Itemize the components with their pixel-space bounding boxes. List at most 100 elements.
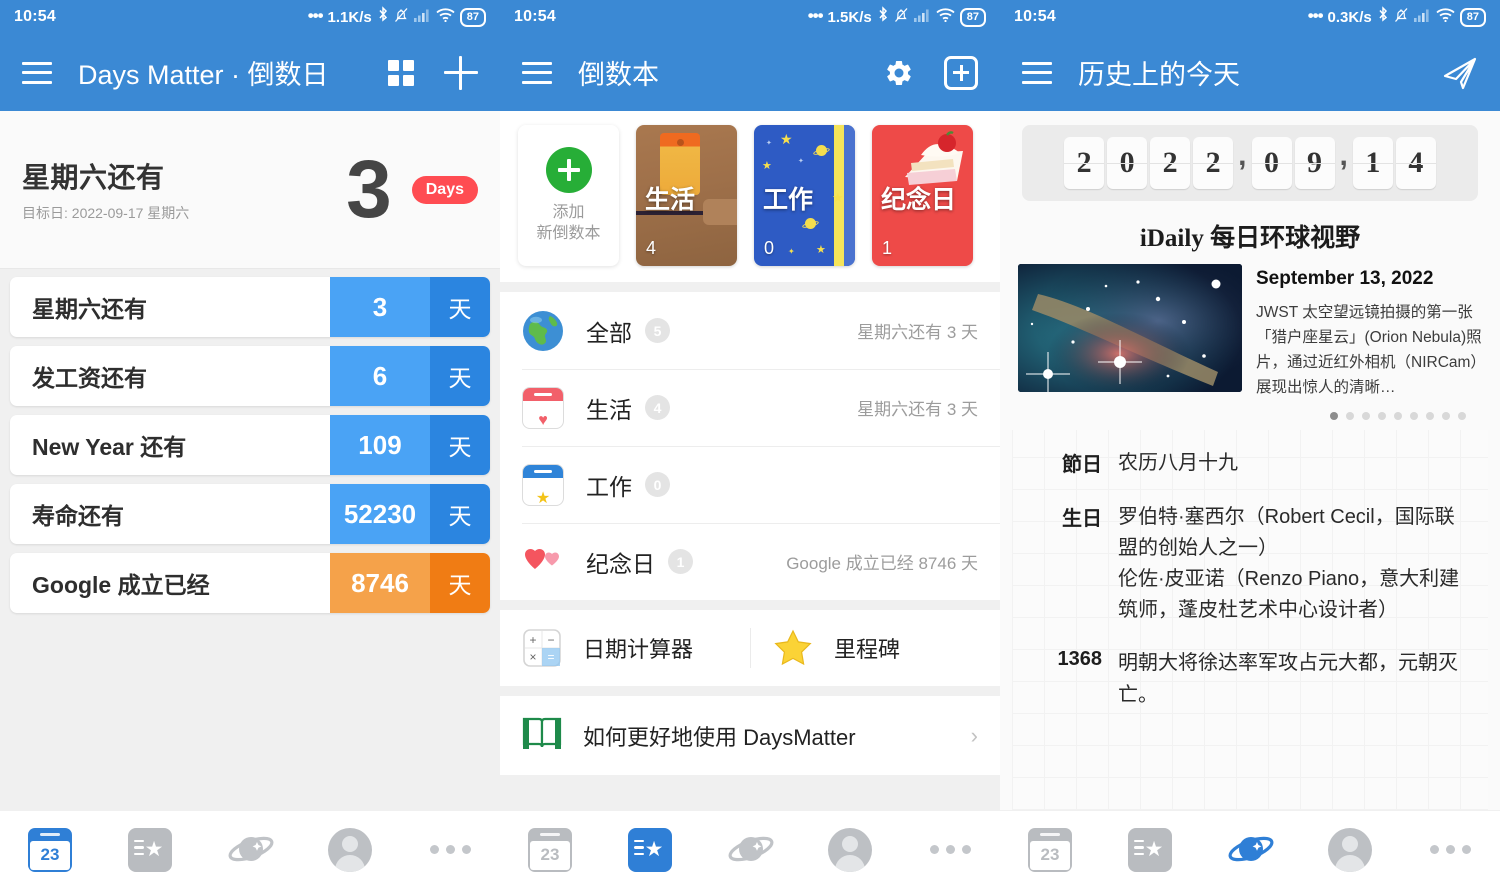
calculator-icon: + − × = xyxy=(522,628,562,668)
carousel-dot[interactable] xyxy=(1346,412,1354,421)
carousel-dot[interactable] xyxy=(1426,412,1434,421)
history-line: 明朝大将徐达率军攻占元大都，元朝灭亡。 xyxy=(1118,652,1458,706)
countdown-value: 3 xyxy=(330,277,430,337)
book-label: 纪念日 xyxy=(881,186,957,215)
category-count: 5 xyxy=(645,318,670,343)
app-bar: 倒数本 xyxy=(500,34,1000,111)
countdown-row[interactable]: 发工资还有 6 天 xyxy=(10,346,490,406)
planet-icon xyxy=(1226,830,1274,870)
star-decor: ✦ xyxy=(798,158,804,165)
avatar-icon xyxy=(1328,827,1372,872)
add-book-line1: 添加 xyxy=(552,204,585,222)
add-book-icon[interactable] xyxy=(944,55,978,90)
countdown-row[interactable]: 寿命还有 52230 天 xyxy=(10,484,490,544)
nav-profile[interactable] xyxy=(823,823,877,877)
flip-digit: 4 xyxy=(1395,137,1436,189)
nav-notebook[interactable]: ★ xyxy=(623,823,677,877)
add-icon[interactable] xyxy=(444,55,478,90)
history-label: 節日 xyxy=(1062,454,1102,477)
carousel-dot[interactable] xyxy=(1394,412,1402,421)
hero-target-date: 目标日: 2022-09-17 星期六 xyxy=(22,205,190,221)
star-decor: ✦ xyxy=(788,247,795,256)
tool-date-calculator[interactable]: + − × = 日期计算器 xyxy=(500,628,750,668)
nav-discover[interactable] xyxy=(723,823,777,877)
how-to-use-row[interactable]: 如何更好地使用 DaysMatter › xyxy=(500,696,1000,775)
category-row-life[interactable]: ♥ 生活 4 星期六还有 3 天 xyxy=(500,369,1000,446)
hero-countdown-card[interactable]: 星期六还有 目标日: 2022-09-17 星期六 3 Days xyxy=(0,111,500,269)
history-line: 罗伯特·塞西尔（Robert Cecil，国际联盟的创始人之一） xyxy=(1118,505,1455,559)
history-row-event: 1368 明朝大将徐达率军攻占元大都，元朝灭亡。 xyxy=(1028,648,1472,710)
flip-separator: , xyxy=(1238,139,1247,172)
status-time: 10:54 xyxy=(1014,8,1056,25)
star-decor: ★ xyxy=(780,131,793,147)
wifi-icon xyxy=(1436,8,1455,27)
book-card-life[interactable]: 生活 4 xyxy=(636,125,737,266)
countdown-row[interactable]: 星期六还有 3 天 xyxy=(10,277,490,337)
status-icons: ••• 1.5K/s 87 xyxy=(808,6,986,28)
mute-bell-icon xyxy=(394,7,409,28)
countdown-name: New Year 还有 xyxy=(32,434,187,460)
carousel-dot[interactable] xyxy=(1442,412,1450,421)
countdown-value: 52230 xyxy=(330,484,430,544)
tool-milestone[interactable]: 里程碑 xyxy=(750,628,1000,668)
carousel-dot[interactable] xyxy=(1410,412,1418,421)
grid-view-icon[interactable] xyxy=(388,59,414,86)
category-name: 生活 xyxy=(586,396,632,423)
app-bar-actions xyxy=(1442,55,1478,91)
book-card-anniversary[interactable]: 纪念日 1 xyxy=(872,125,973,266)
plus-circle-icon xyxy=(545,147,592,194)
nav-profile[interactable] xyxy=(323,823,377,877)
app-bar: 历史上的今天 xyxy=(1000,34,1500,111)
history-row-birthday: 生日 罗伯特·塞西尔（Robert Cecil，国际联盟的创始人之一） 伦佐·皮… xyxy=(1028,502,1472,627)
flip-digit: 2 xyxy=(1064,137,1105,189)
hearts-icon xyxy=(522,541,564,583)
category-row-work[interactable]: ★ 工作 0 xyxy=(500,446,1000,523)
nav-calendar[interactable]: 23 xyxy=(523,823,577,877)
carousel-dot[interactable] xyxy=(1362,412,1370,421)
mute-bell-icon xyxy=(1394,7,1409,28)
menu-icon[interactable] xyxy=(522,61,552,84)
how-to-use-label: 如何更好地使用 DaysMatter xyxy=(583,724,856,750)
gear-icon[interactable] xyxy=(884,58,914,88)
book-count: 0 xyxy=(764,238,775,258)
nav-discover[interactable] xyxy=(223,823,277,877)
book-card-work[interactable]: ★ ★ ★ ★ ✦ ✦ ✦ 工作 0 xyxy=(754,125,855,266)
battery-level: 87 xyxy=(959,7,986,27)
idaily-card[interactable]: September 13, 2022 JWST 太空望远镜拍摄的第一张「猎户座星… xyxy=(1000,264,1500,400)
nav-notebook[interactable]: ★ xyxy=(1123,823,1177,877)
menu-icon[interactable] xyxy=(1022,61,1052,84)
countdown-row[interactable]: Google 成立已经 8746 天 xyxy=(10,553,490,613)
flip-separator: , xyxy=(1339,139,1348,172)
nav-discover[interactable] xyxy=(1223,823,1277,877)
nav-calendar[interactable]: 23 xyxy=(1023,823,1077,877)
nav-calendar-day: 23 xyxy=(530,840,570,870)
carousel-dot[interactable] xyxy=(1458,412,1466,421)
send-icon[interactable] xyxy=(1442,55,1478,91)
nav-more[interactable] xyxy=(923,823,977,877)
category-row-all[interactable]: 全部 5 星期六还有 3 天 xyxy=(500,292,1000,369)
nav-more[interactable] xyxy=(423,823,477,877)
status-icons: ••• 0.3K/s 87 xyxy=(1308,6,1486,28)
countdown-row[interactable]: New Year 还有 109 天 xyxy=(10,415,490,475)
nebula-image xyxy=(1018,264,1242,392)
countdown-name: 发工资还有 xyxy=(32,365,147,391)
status-time: 10:54 xyxy=(514,8,556,25)
carousel-dots[interactable] xyxy=(1000,400,1500,428)
carousel-dot[interactable] xyxy=(1378,412,1386,421)
add-book-card[interactable]: 添加 新倒数本 xyxy=(518,125,619,266)
status-icons: ••• 1.1K/s 87 xyxy=(308,6,486,28)
book-label: 工作 xyxy=(763,186,814,215)
hero-number: 3 xyxy=(346,143,392,235)
countdown-name: Google 成立已经 xyxy=(32,572,210,598)
carousel-dot[interactable] xyxy=(1330,412,1338,421)
nav-profile[interactable] xyxy=(1323,823,1377,877)
nav-more[interactable] xyxy=(1423,823,1477,877)
hero-unit-badge: Days xyxy=(411,175,478,204)
flip-digit: 2 xyxy=(1150,137,1191,189)
history-content: 罗伯特·塞西尔（Robert Cecil，国际联盟的创始人之一） 伦佐·皮亚诺（… xyxy=(1102,502,1472,627)
three-phone-screenshots: 10:54 ••• 1.1K/s 87 Days Matter · 倒数日 星期… xyxy=(0,0,1500,888)
nav-notebook[interactable]: ★ xyxy=(123,823,177,877)
menu-icon[interactable] xyxy=(22,61,52,84)
nav-calendar[interactable]: 23 xyxy=(23,823,77,877)
category-row-anniversary[interactable]: 纪念日 1 Google 成立已经 8746 天 xyxy=(500,523,1000,600)
